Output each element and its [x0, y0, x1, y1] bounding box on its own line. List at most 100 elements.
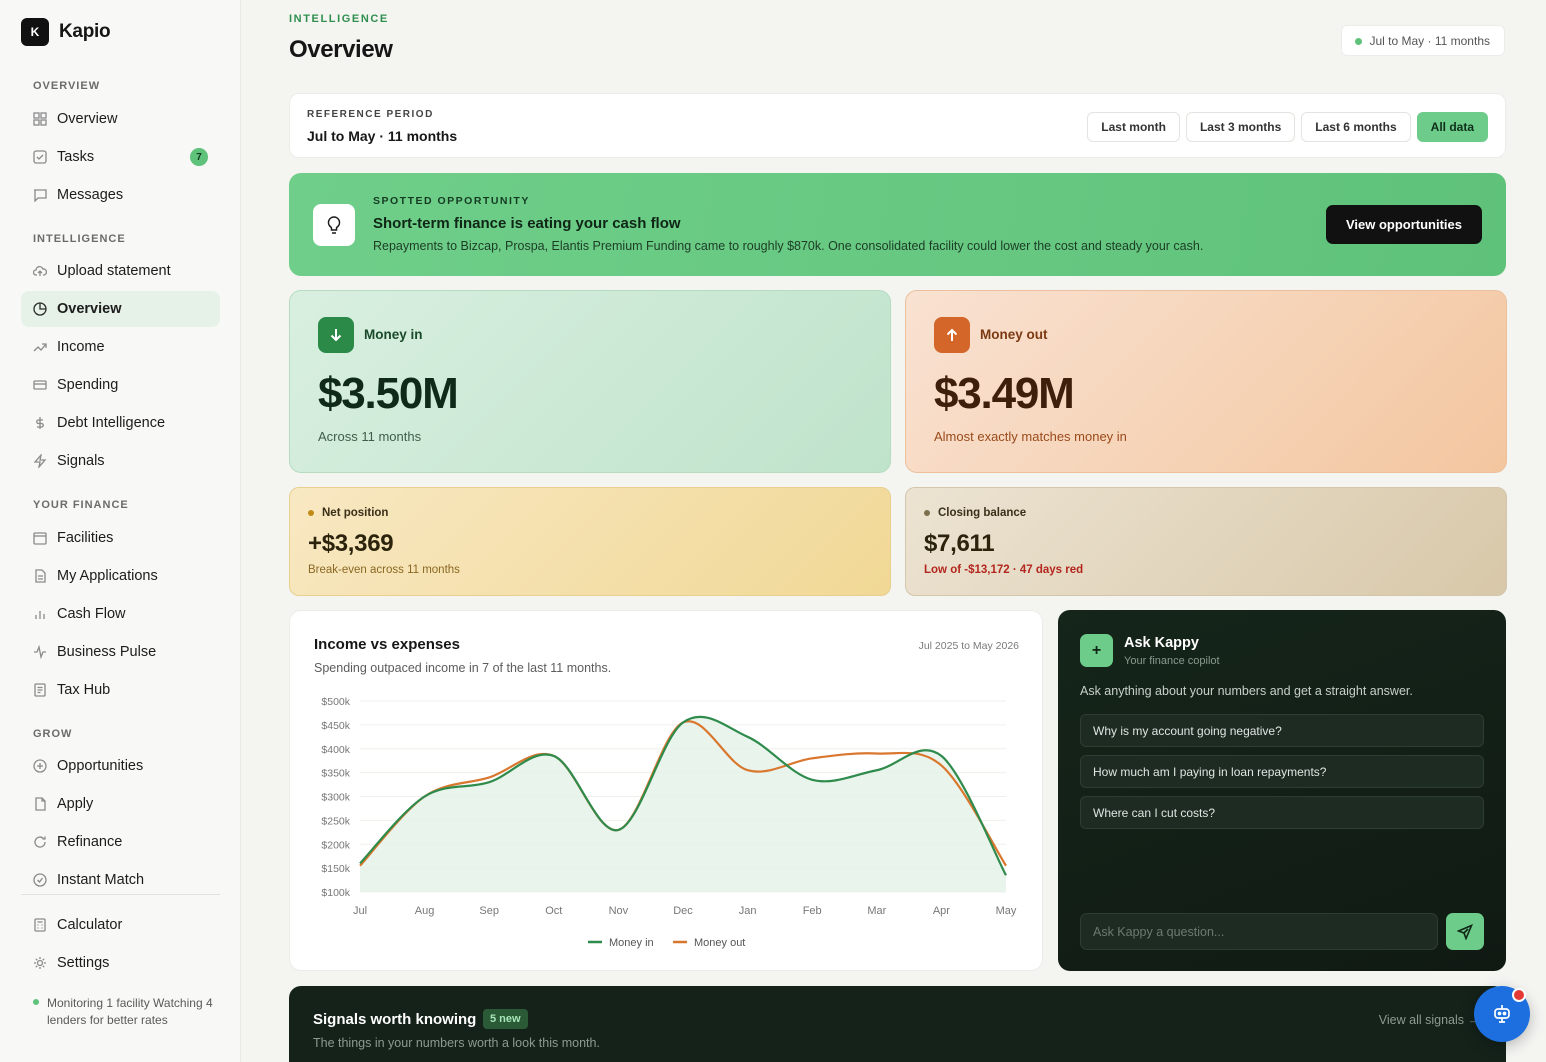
sidebar-item-label: Overview [57, 301, 122, 317]
reference-period-value: Jul to May · 11 months [307, 128, 458, 144]
x-tick-label: Dec [673, 905, 693, 917]
income-vs-expenses-card: Income vs expenses Jul 2025 to May 2026 … [289, 610, 1043, 971]
sidebar-item-my-applications[interactable]: My Applications [21, 558, 220, 594]
plus-circle-icon [33, 759, 47, 773]
sidebar-item-apply[interactable]: Apply [21, 786, 220, 822]
sidebar-item-calculator[interactable]: Calculator [21, 907, 220, 943]
sidebar-item-facilities[interactable]: Facilities [21, 520, 220, 556]
sidebar-item-overview[interactable]: Overview [21, 291, 220, 327]
sidebar-item-messages[interactable]: Messages [21, 177, 220, 213]
calculator-icon [33, 918, 47, 932]
net-position-sub: Break-even across 11 months [308, 564, 460, 576]
send-button[interactable] [1446, 913, 1484, 950]
suggested-question[interactable]: How much am I paying in loan repayments? [1080, 755, 1484, 788]
sidebar-item-label: Tax Hub [57, 682, 111, 698]
sidebar-item-debt-intelligence[interactable]: Debt Intelligence [21, 405, 220, 441]
period-pill[interactable]: Jul to May · 11 months [1340, 25, 1505, 56]
last-3-months-button[interactable]: Last 3 months [1185, 112, 1296, 142]
sidebar-item-label: My Applications [57, 568, 158, 584]
file-icon [33, 797, 47, 811]
sidebar-item-label: Instant Match [57, 872, 145, 888]
legend-label-money-in: Money in [609, 937, 654, 949]
sidebar-item-spending[interactable]: Spending [21, 367, 220, 403]
x-tick-label: May [996, 905, 1017, 917]
kappy-question-input[interactable]: Ask Kappy a question... [1080, 913, 1438, 950]
reference-period-card: REFERENCE PERIOD Jul to May · 11 months … [289, 93, 1506, 158]
sidebar-item-label: Overview [57, 111, 118, 127]
status-dot [33, 999, 39, 1005]
sidebar-item-label: Refinance [57, 834, 123, 850]
opportunity-eyebrow: SPOTTED OPPORTUNITY [373, 195, 530, 207]
closing-balance-value: $7,611 [924, 530, 995, 557]
send-icon [1457, 923, 1473, 940]
suggested-question[interactable]: Why is my account going negative? [1080, 714, 1484, 747]
x-tick-label: Apr [933, 905, 950, 917]
last-6-months-button[interactable]: Last 6 months [1301, 112, 1411, 142]
cloud-upload-icon [33, 264, 47, 278]
tasks-count-badge: 7 [190, 148, 208, 166]
arrow-down-icon [318, 317, 354, 353]
receipt-icon [33, 683, 47, 697]
calendar-icon [33, 531, 47, 545]
sidebar-item-tasks[interactable]: Tasks 7 [21, 139, 220, 175]
x-tick-label: Nov [609, 905, 629, 917]
sidebar-divider [21, 894, 220, 895]
sidebar-item-instant-match[interactable]: Instant Match [21, 862, 220, 898]
money-in-card: Money in $3.50M Across 11 months [289, 290, 891, 473]
sidebar-item-overview-top[interactable]: Overview [21, 101, 220, 137]
section-label-overview: OVERVIEW [33, 80, 101, 92]
net-position-value: +$3,369 [308, 530, 394, 557]
sidebar-item-tax-hub[interactable]: Tax Hub [21, 672, 220, 708]
brand[interactable]: K Kapio [21, 18, 111, 46]
sidebar-item-opportunities[interactable]: Opportunities [21, 748, 220, 784]
view-all-signals-link[interactable]: View all signals → [1379, 1013, 1480, 1027]
view-opportunities-button[interactable]: View opportunities [1325, 205, 1482, 244]
sidebar-item-upload-statement[interactable]: Upload statement [21, 253, 220, 289]
dollar-icon [33, 416, 47, 430]
ask-kappy-panel: + Ask Kappy Your finance copilot Ask any… [1058, 610, 1506, 971]
y-tick-label: $150k [321, 863, 350, 875]
x-tick-label: Oct [545, 905, 562, 917]
sidebar-item-income[interactable]: Income [21, 329, 220, 365]
sidebar-item-label: Calculator [57, 917, 123, 933]
money-out-sub: Almost exactly matches money in [934, 429, 1127, 444]
y-tick-label: $350k [321, 768, 350, 780]
lightning-icon [33, 454, 47, 468]
suggested-question[interactable]: Where can I cut costs? [1080, 796, 1484, 829]
sidebar-item-label: Business Pulse [57, 644, 157, 660]
check-circle-icon [33, 873, 47, 887]
opportunity-description: Repayments to Bizcap, Prospa, Elantis Pr… [373, 239, 1204, 253]
sidebar-item-label: Debt Intelligence [57, 415, 166, 431]
arrow-up-icon [934, 317, 970, 353]
sidebar-item-refinance[interactable]: Refinance [21, 824, 220, 860]
pie-chart-icon [33, 302, 47, 316]
kappy-title: Ask Kappy [1124, 635, 1199, 651]
closing-balance-label: Closing balance [938, 507, 1027, 519]
last-month-button[interactable]: Last month [1087, 112, 1180, 142]
y-tick-label: $200k [321, 839, 350, 851]
opportunity-title: Short-term finance is eating your cash f… [373, 215, 681, 232]
closing-balance-sub: Low of -$13,172 · 47 days red [924, 564, 1084, 576]
section-label-your-finance: YOUR FINANCE [33, 499, 129, 511]
sidebar-item-cash-flow[interactable]: Cash Flow [21, 596, 220, 632]
x-tick-label: Sep [479, 905, 499, 917]
y-tick-label: $450k [321, 720, 350, 732]
sidebar-item-label: Income [57, 339, 105, 355]
money-in-label: Money in [364, 327, 423, 342]
trend-up-icon [33, 340, 47, 354]
sidebar: K Kapio OVERVIEW Overview Tasks 7 Messag… [0, 0, 241, 1062]
all-data-button[interactable]: All data [1416, 112, 1488, 142]
net-position-label: Net position [322, 507, 389, 519]
legend-label-money-out: Money out [694, 937, 745, 949]
sidebar-item-signals[interactable]: Signals [21, 443, 220, 479]
message-icon [33, 188, 47, 202]
sidebar-item-business-pulse[interactable]: Business Pulse [21, 634, 220, 670]
sidebar-item-settings[interactable]: Settings [21, 945, 220, 981]
period-selector: Last month Last 3 months Last 6 months A… [1087, 112, 1488, 142]
income-expenses-chart: $100k $150k $200k $250k $300k $350k $400k $450k… [321, 696, 1017, 949]
y-tick-label: $500k [321, 696, 350, 708]
kappy-subtitle: Your finance copilot [1124, 655, 1220, 667]
credit-card-icon [33, 378, 47, 392]
lightbulb-icon [313, 204, 355, 246]
gear-icon [33, 956, 47, 970]
